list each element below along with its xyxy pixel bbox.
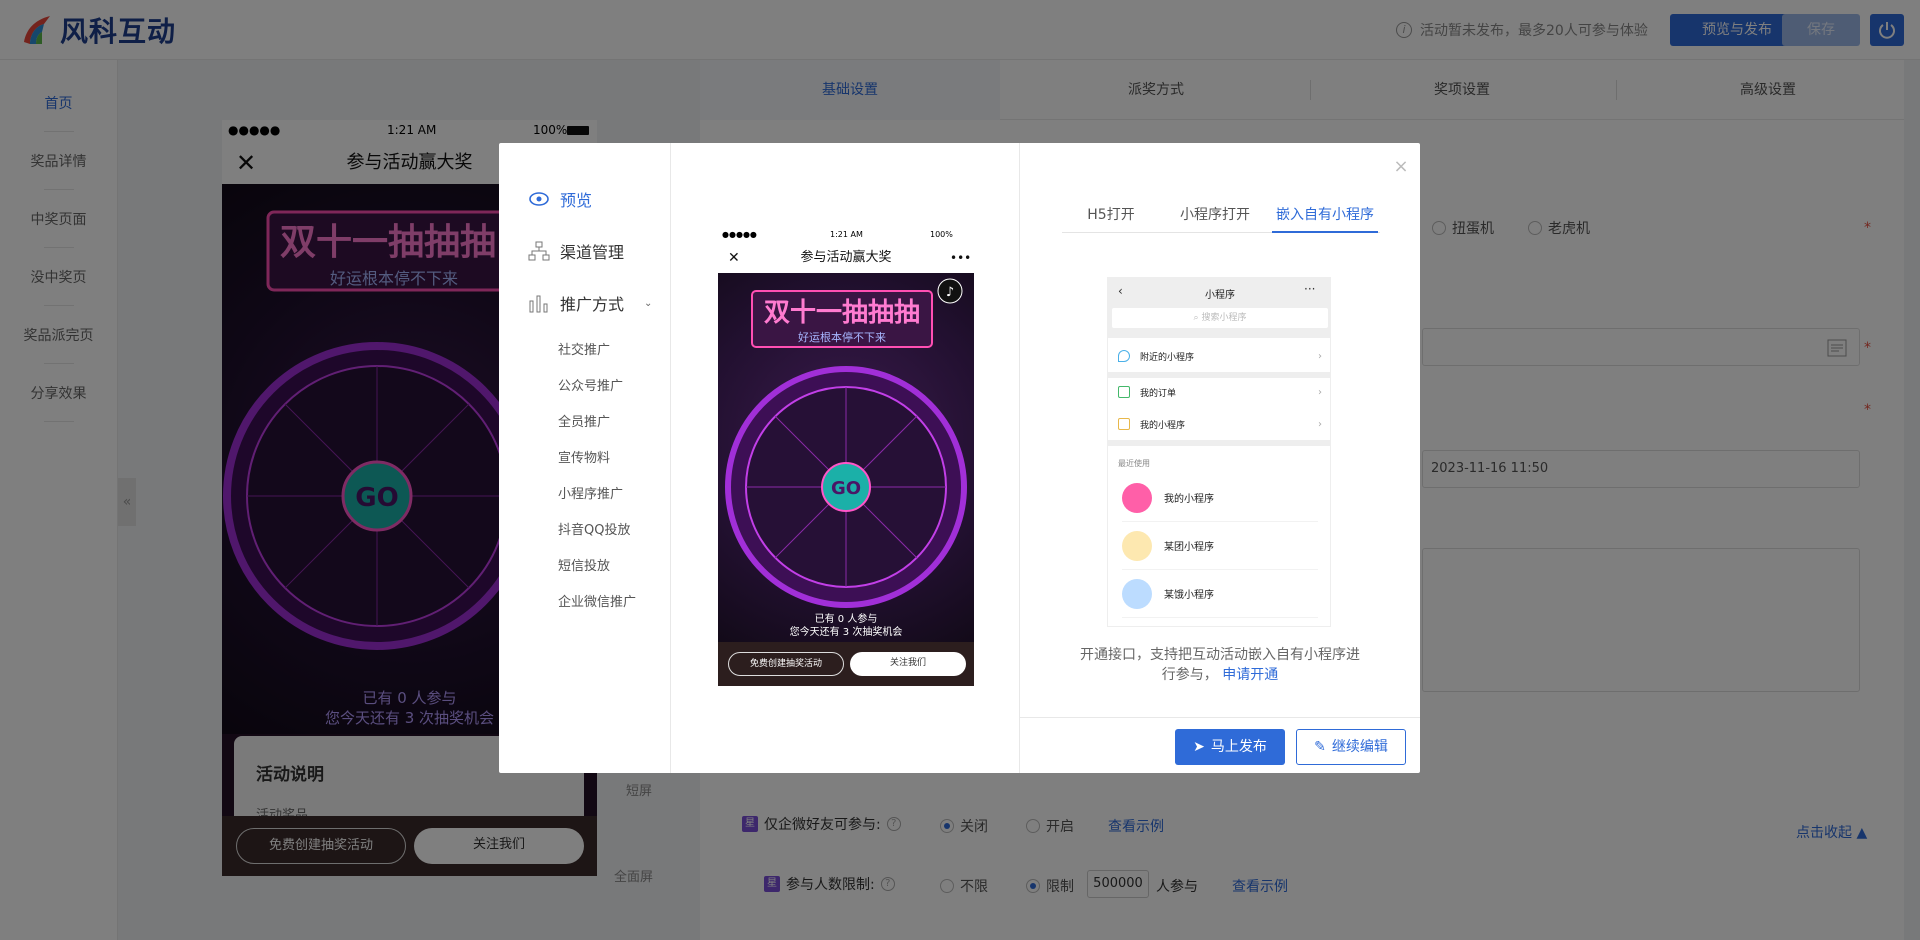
mini-bottom-bar: 免费创建抽奖活动 关注我们 <box>718 642 974 686</box>
mini-art-subtitle: 好运根本停不下来 <box>798 330 886 344</box>
mini-wheel-art: 双十一抽抽抽 好运根本停不下来 GO ♪ <box>718 273 974 643</box>
chevron-right-icon: › <box>1318 418 1322 430</box>
modal-preview-area: ●●●●● 1:21 AM 100% ✕ 参与活动赢大奖 ••• 双十一抽抽抽 … <box>671 143 1020 773</box>
mini-create-button: 免费创建抽奖活动 <box>728 652 844 676</box>
music-icon: ♪ <box>946 285 954 300</box>
mini-recent-app: 我的小程序 <box>1122 474 1318 522</box>
open-mode-tabs: H5打开 小程序打开 嵌入自有小程序 <box>1062 203 1380 233</box>
mini-recent-label: 最近使用 <box>1118 459 1150 468</box>
modal-nav-channel-label: 渠道管理 <box>560 243 625 262</box>
mini-art-title: 双十一抽抽抽 <box>764 298 920 328</box>
mini-go-label: GO <box>831 478 861 499</box>
edit-icon: ✎ <box>1314 739 1326 755</box>
order-icon <box>1118 386 1130 398</box>
modal-subnav-materials[interactable]: 宣传物料 <box>558 447 610 466</box>
modal-subnav-wecom[interactable]: 企业微信推广 <box>558 591 636 610</box>
mini-participation-info: 已有 0 人参与 您今天还有 3 次抽奖机会 <box>718 613 974 639</box>
modal-subnav-all-staff[interactable]: 全员推广 <box>558 411 610 430</box>
location-icon <box>1118 350 1130 362</box>
modal-nav-promote-label: 推广方式 <box>560 295 625 314</box>
mini-status-bar: ●●●●● 1:21 AM 100% <box>718 229 974 243</box>
modal-side-nav: 预览 渠道管理 推广方式 ⌄ 社交推广 公众号推广 全员推广 宣传物料 小程序推… <box>499 143 671 773</box>
more-icon: ··· <box>1304 282 1316 296</box>
mini-battery: 100% <box>930 230 953 239</box>
miniprogram-illustration: ‹ 小程序 ··· ⌕ 搜索小程序 附近的小程序 › 我的订单 › 我的小程序 … <box>1107 277 1331 627</box>
tab-embed-own-miniprogram[interactable]: 嵌入自有小程序 <box>1272 203 1378 233</box>
modal-subnav-douyin-qq[interactable]: 抖音QQ投放 <box>558 519 630 538</box>
mini-screen-title: 小程序 <box>1205 290 1235 301</box>
mini-row-orders: 我的订单 › <box>1108 378 1330 406</box>
embed-description-text: 开通接口，支持把互动活动嵌入自有小程序进行参与， <box>1080 647 1360 683</box>
chevron-down-icon: ⌄ <box>644 297 653 309</box>
close-icon: ✕ <box>728 250 740 266</box>
modal-nav-promote[interactable]: 推广方式 ⌄ <box>528 291 652 315</box>
bar-chart-icon <box>529 295 548 313</box>
send-icon: ➤ <box>1193 739 1205 755</box>
publish-modal: 预览 渠道管理 推广方式 ⌄ 社交推广 公众号推广 全员推广 宣传物料 小程序推… <box>499 143 1420 773</box>
mini-search-box: ⌕ 搜索小程序 <box>1112 308 1328 328</box>
modal-subnav-official-account[interactable]: 公众号推广 <box>558 375 623 394</box>
app-avatar <box>1122 530 1152 561</box>
mini-title-bar: ✕ 参与活动赢大奖 ••• <box>718 243 974 273</box>
mini-follow-button: 关注我们 <box>850 652 966 676</box>
mini-search-placeholder: 搜索小程序 <box>1201 313 1247 323</box>
modal-nav-preview-label: 预览 <box>560 191 593 210</box>
chevron-right-icon: › <box>1318 350 1322 362</box>
mini-carrier: ●●●●● <box>722 230 757 239</box>
mini-app-name: 某团小程序 <box>1164 542 1214 553</box>
publish-now-label: 马上发布 <box>1210 739 1267 755</box>
modal-subnav-social[interactable]: 社交推广 <box>558 339 610 358</box>
mini-row-label: 附近的小程序 <box>1140 352 1195 363</box>
close-icon[interactable]: × <box>1391 157 1411 177</box>
mini-recent-app: 某团小程序 <box>1122 522 1318 570</box>
mini-remaining-text: 您今天还有 3 次抽奖机会 <box>789 627 903 638</box>
miniprogram-icon <box>1118 418 1130 430</box>
mini-row-nearby: 附近的小程序 › <box>1108 342 1330 370</box>
mini-wheel-graphic: 双十一抽抽抽 好运根本停不下来 GO ♪ <box>725 278 967 608</box>
mini-app-name: 某饿小程序 <box>1164 590 1214 601</box>
eye-icon <box>529 192 549 206</box>
publish-now-button[interactable]: ➤ 马上发布 <box>1175 729 1285 765</box>
mini-recent-app: 某饿小程序 <box>1122 570 1318 618</box>
mini-joined-text: 已有 0 人参与 <box>814 614 878 625</box>
app-avatar <box>1122 482 1152 513</box>
mini-row-label: 我的小程序 <box>1140 420 1186 431</box>
mini-screen-header: ‹ 小程序 ··· ⌕ 搜索小程序 <box>1108 278 1330 338</box>
modal-open-options: × H5打开 小程序打开 嵌入自有小程序 ‹ 小程序 ··· ⌕ 搜索小程序 附… <box>1020 143 1420 773</box>
tab-miniprogram-open[interactable]: 小程序打开 <box>1160 203 1270 233</box>
mini-time: 1:21 AM <box>830 230 863 239</box>
continue-edit-button[interactable]: ✎ 继续编辑 <box>1296 729 1406 765</box>
mini-row-gap <box>1108 440 1330 446</box>
modal-subnav-miniprogram[interactable]: 小程序推广 <box>558 483 623 502</box>
chevron-right-icon: › <box>1318 386 1322 398</box>
mini-phone-preview: ●●●●● 1:21 AM 100% ✕ 参与活动赢大奖 ••• 双十一抽抽抽 … <box>718 229 974 686</box>
continue-edit-label: 继续编辑 <box>1331 739 1388 755</box>
modal-subnav-sms[interactable]: 短信投放 <box>558 555 610 574</box>
apply-link[interactable]: 申请开通 <box>1222 667 1278 683</box>
mini-app-name: 我的小程序 <box>1164 494 1214 505</box>
app-avatar <box>1122 578 1152 609</box>
more-icon: ••• <box>950 251 972 265</box>
mini-row-label: 我的订单 <box>1140 388 1177 399</box>
embed-description: 开通接口，支持把互动活动嵌入自有小程序进行参与， 申请开通 <box>1080 645 1360 685</box>
mini-title: 参与活动赢大奖 <box>800 250 892 265</box>
tab-h5-open[interactable]: H5打开 <box>1062 203 1160 233</box>
mini-row-my-miniprograms: 我的小程序 › <box>1108 410 1330 438</box>
modal-nav-channel[interactable]: 渠道管理 <box>528 239 624 263</box>
hierarchy-icon <box>528 241 550 261</box>
modal-nav-preview[interactable]: 预览 <box>528 187 592 211</box>
